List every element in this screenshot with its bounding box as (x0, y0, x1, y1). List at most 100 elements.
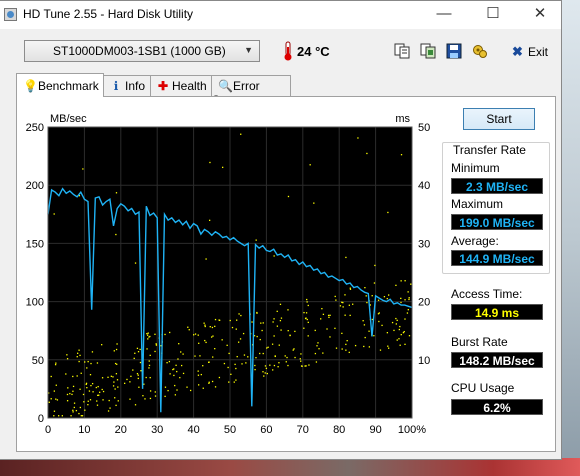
tab-info[interactable]: ℹ Info (103, 75, 151, 97)
access-time-point (395, 284, 397, 287)
access-time-point (182, 353, 184, 355)
access-time-point (396, 339, 398, 341)
minimize-button[interactable]: — (421, 1, 467, 29)
access-time-point (315, 361, 318, 363)
access-time-point (53, 415, 55, 417)
access-time-point (294, 330, 296, 333)
x-tick-label: 30 (151, 424, 163, 436)
access-time-point (387, 345, 389, 347)
access-time-point (139, 348, 141, 351)
copy-screen-icon[interactable] (420, 43, 436, 59)
access-time-point (107, 410, 110, 412)
access-time-point (209, 161, 211, 164)
y-tick-left: 150 (26, 238, 44, 250)
access-time-point (383, 296, 386, 298)
access-time-point (112, 376, 114, 378)
x-tick-label: 40 (187, 424, 199, 436)
access-time-point (96, 362, 99, 364)
access-time-point (329, 314, 331, 316)
access-time-point (87, 400, 89, 402)
tab-error-scan[interactable]: 🔍Error Scan (211, 75, 291, 107)
access-time-point (101, 344, 103, 346)
exit-icon[interactable]: ✖ (512, 44, 523, 60)
access-time-point (294, 356, 296, 359)
access-time-point (186, 386, 188, 388)
access-time-point (321, 308, 323, 310)
access-time-point (168, 360, 171, 363)
close-button[interactable]: ✕ (517, 1, 563, 29)
access-time-point (178, 343, 180, 345)
access-time-point (154, 350, 156, 353)
access-time-point (166, 362, 168, 364)
tab-benchmark[interactable]: 💡Benchmark (16, 73, 104, 97)
x-tick-label: 0 (45, 424, 51, 436)
access-time-point (72, 390, 74, 392)
access-time-point (75, 409, 78, 412)
access-time-point (378, 320, 380, 323)
access-time-point (306, 318, 308, 321)
access-time-point (55, 362, 57, 364)
access-time-point (89, 374, 92, 376)
access-time-point (240, 133, 242, 135)
access-time-point (210, 336, 213, 338)
access-time-point (287, 330, 289, 332)
access-time-point (53, 390, 55, 392)
access-time-point (145, 376, 147, 379)
access-time-point (352, 303, 354, 305)
access-time-point (214, 318, 217, 321)
access-time-point (71, 393, 73, 396)
access-time-point (91, 351, 94, 353)
y-axis-label-right: ms (395, 113, 410, 125)
access-time-point (233, 381, 235, 383)
drive-select[interactable]: ST1000DM003-1SB1 (1000 GB) ▼ (24, 40, 260, 62)
start-button[interactable]: Start (463, 108, 535, 130)
access-time-point (267, 346, 269, 348)
access-time-point (398, 328, 400, 331)
title-bar[interactable]: HD Tune 2.55 - Hard Disk Utility — ☐ ✕ (0, 1, 561, 29)
app-icon (4, 8, 17, 21)
access-time-point (199, 355, 201, 357)
access-time-point (398, 338, 400, 340)
tab-health[interactable]: ✚ Health (150, 75, 212, 97)
y-tick-left: 250 (26, 122, 44, 134)
access-time-point (193, 334, 195, 336)
access-time-point (198, 342, 200, 344)
access-time-point (48, 401, 50, 403)
x-tick-label: 50 (224, 424, 236, 436)
access-time-point (314, 352, 317, 355)
y-tick-right: 30 (418, 238, 430, 250)
access-time-point (406, 312, 409, 314)
access-time-point (344, 294, 346, 296)
options-icon[interactable] (472, 43, 488, 59)
access-time-point (408, 335, 411, 337)
maximize-button[interactable]: ☐ (470, 1, 516, 29)
access-time-point (256, 335, 258, 338)
access-time-point (72, 375, 74, 378)
access-time-point (88, 390, 91, 392)
access-time-point (236, 355, 238, 358)
access-time-point (132, 369, 134, 371)
copy-text-icon[interactable] (394, 43, 410, 59)
access-time-point (65, 373, 67, 375)
access-time-point (136, 347, 139, 350)
access-time-point (82, 168, 84, 170)
access-time-point (155, 343, 157, 345)
access-time-point (393, 329, 395, 332)
access-time-point (78, 412, 80, 415)
exit-button[interactable]: Exit (528, 45, 548, 59)
access-time-point (84, 361, 86, 363)
access-time-point (377, 299, 380, 301)
access-time-point (408, 298, 410, 301)
access-time-point (307, 321, 309, 324)
access-time-point (79, 406, 81, 409)
access-time-point (102, 390, 105, 393)
access-time-point (279, 319, 282, 322)
access-time-point (400, 297, 402, 300)
access-time-point (212, 356, 214, 358)
access-time-point (101, 388, 103, 391)
save-icon[interactable] (446, 43, 462, 59)
access-time-point (113, 381, 115, 383)
access-time-point (280, 317, 283, 319)
access-time-point (176, 389, 178, 391)
access-time-point (73, 406, 75, 409)
